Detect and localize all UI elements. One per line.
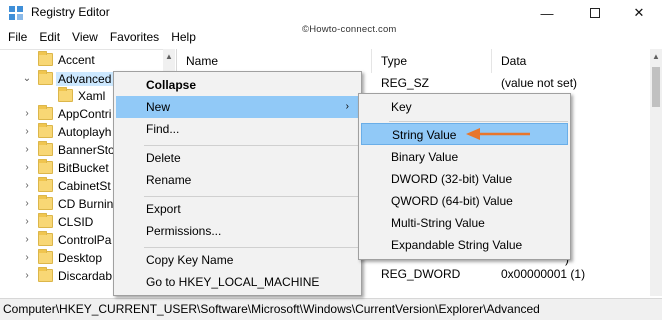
menu-separator xyxy=(144,196,359,197)
column-header-data[interactable]: Data xyxy=(492,49,652,73)
menu-item-rename[interactable]: Rename xyxy=(116,169,359,191)
scroll-thumb[interactable] xyxy=(652,67,660,107)
submenu-item-dword-value[interactable]: DWORD (32-bit) Value xyxy=(361,168,568,190)
submenu-item-string-value[interactable]: String Value xyxy=(361,123,568,145)
menu-item-label: New xyxy=(146,100,171,114)
title-bar: Registry Editor — ✕ xyxy=(0,0,662,26)
tree-item-label: CabinetSt xyxy=(58,179,111,193)
menu-item-collapse[interactable]: Collapse xyxy=(116,74,359,96)
menu-file[interactable]: File xyxy=(2,27,33,48)
tree-item-label: ControlPa xyxy=(58,233,112,247)
scroll-up-icon[interactable]: ▲ xyxy=(165,52,173,61)
annotation-arrow-icon xyxy=(466,128,530,140)
expand-icon[interactable]: › xyxy=(21,108,33,120)
submenu-item-binary-value[interactable]: Binary Value xyxy=(361,146,568,168)
maximize-button[interactable] xyxy=(572,0,618,26)
context-menu: Collapse New › Find... Delete Rename Exp… xyxy=(113,71,362,296)
folder-icon xyxy=(38,177,53,193)
menu-favorites[interactable]: Favorites xyxy=(104,27,165,48)
folder-icon xyxy=(38,105,53,121)
tree-item-label: BannerSto xyxy=(58,143,115,157)
minimize-icon: — xyxy=(540,5,554,21)
expand-icon[interactable]: › xyxy=(21,216,33,228)
menu-edit[interactable]: Edit xyxy=(33,27,66,48)
folder-icon xyxy=(38,159,53,175)
expand-icon[interactable]: › xyxy=(21,162,33,174)
tree-item-label: Discardab xyxy=(58,269,113,283)
expand-icon[interactable]: › xyxy=(21,234,33,246)
menu-item-find[interactable]: Find... xyxy=(116,118,359,140)
tree-item-label: Accent xyxy=(58,53,95,67)
menu-item-goto-hklm[interactable]: Go to HKEY_LOCAL_MACHINE xyxy=(116,271,359,293)
tree-item-label: Xaml xyxy=(78,89,106,103)
tree-item-label: Desktop xyxy=(58,251,103,265)
expand-icon[interactable]: › xyxy=(21,252,33,264)
menu-item-new[interactable]: New › xyxy=(116,96,359,118)
registry-editor-icon xyxy=(9,6,23,20)
tree-item-label: BitBucket xyxy=(58,161,109,175)
submenu-item-expandable-string-value[interactable]: Expandable String Value xyxy=(361,234,568,256)
expand-icon[interactable]: › xyxy=(21,180,33,192)
folder-icon xyxy=(38,213,53,229)
tree-item-label: CD Burnin xyxy=(58,197,114,211)
menu-separator xyxy=(144,247,359,248)
folder-icon xyxy=(38,70,53,86)
column-header-name[interactable]: Name xyxy=(177,49,372,73)
expand-icon[interactable]: › xyxy=(21,126,33,138)
tree-item-label: Autoplayh xyxy=(58,125,112,139)
folder-icon xyxy=(38,51,53,67)
expand-icon[interactable]: › xyxy=(21,144,33,156)
submenu-item-qword-value[interactable]: QWORD (64-bit) Value xyxy=(361,190,568,212)
new-submenu: Key String Value Binary Value DWORD (32-… xyxy=(358,93,571,260)
tree-item-accent[interactable]: Accent xyxy=(0,50,175,71)
status-bar-path: Computer\HKEY_CURRENT_USER\Software\Micr… xyxy=(0,298,662,320)
close-icon: ✕ xyxy=(633,5,645,20)
collapse-icon[interactable]: ⌄ xyxy=(21,73,33,85)
menu-view[interactable]: View xyxy=(66,27,104,48)
menu-separator xyxy=(144,145,359,146)
scroll-up-icon[interactable]: ▲ xyxy=(652,52,660,61)
close-button[interactable]: ✕ xyxy=(616,0,662,26)
submenu-item-multi-string-value[interactable]: Multi-String Value xyxy=(361,212,568,234)
window-title: Registry Editor xyxy=(31,5,110,19)
folder-icon xyxy=(38,231,53,247)
minimize-button[interactable]: — xyxy=(524,0,570,26)
menu-item-delete[interactable]: Delete xyxy=(116,147,359,169)
menu-item-copy-key-name[interactable]: Copy Key Name xyxy=(116,249,359,271)
value-data: 0x00000001 (1) xyxy=(501,267,586,281)
expand-icon xyxy=(21,54,33,66)
maximize-icon xyxy=(590,8,600,18)
folder-icon xyxy=(38,141,53,157)
menu-bar: File Edit View Favorites Help xyxy=(0,27,662,48)
tree-item-label: CLSID xyxy=(58,215,94,229)
column-header-type[interactable]: Type xyxy=(372,49,492,73)
folder-icon xyxy=(38,123,53,139)
menu-item-export[interactable]: Export xyxy=(116,198,359,220)
folder-icon xyxy=(38,249,53,265)
value-type: REG_DWORD xyxy=(381,267,461,281)
menu-item-permissions[interactable]: Permissions... xyxy=(116,220,359,242)
tree-item-label: AppContri xyxy=(58,107,112,121)
folder-icon xyxy=(38,195,53,211)
menu-help[interactable]: Help xyxy=(165,27,202,48)
tree-item-label: Advanced xyxy=(56,72,114,86)
expand-icon[interactable]: › xyxy=(21,198,33,210)
menu-separator xyxy=(389,121,568,122)
expand-icon[interactable]: › xyxy=(21,270,33,282)
folder-icon xyxy=(58,87,73,103)
value-type: REG_SZ xyxy=(381,76,430,90)
submenu-item-key[interactable]: Key xyxy=(361,96,568,118)
list-scrollbar[interactable]: ▲ xyxy=(650,49,662,296)
value-data: (value not set) xyxy=(501,76,578,90)
submenu-arrow-icon: › xyxy=(345,101,349,112)
folder-icon xyxy=(38,267,53,283)
